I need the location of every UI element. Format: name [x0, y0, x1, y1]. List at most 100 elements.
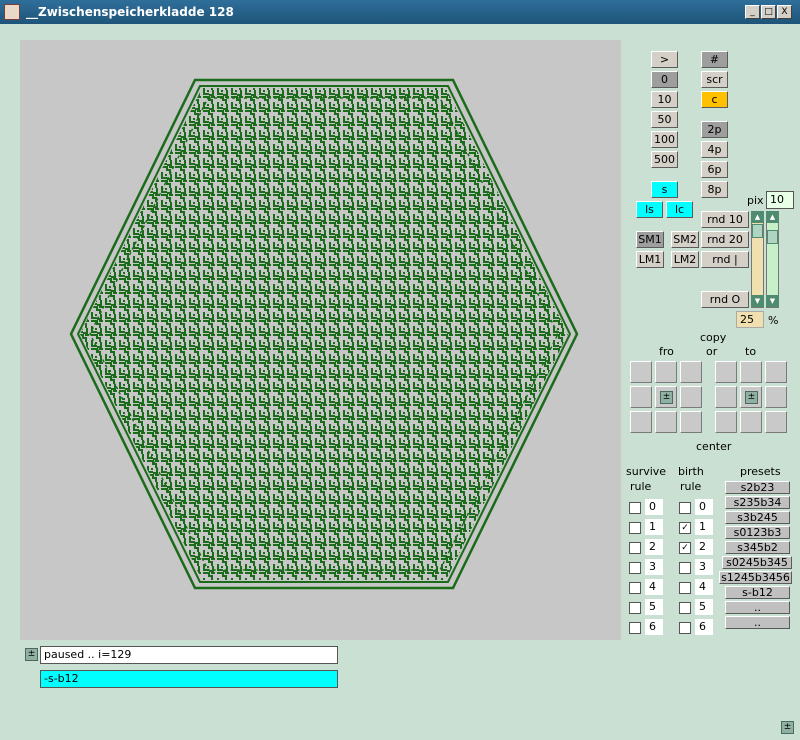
ls-button[interactable]: ls [636, 201, 663, 218]
run-button[interactable]: > [651, 51, 678, 68]
from-cell[interactable]: ± [655, 386, 677, 408]
sm1-button[interactable]: SM1 [636, 231, 664, 248]
birth-value-2: 2 [695, 539, 713, 555]
birth-checkbox-6[interactable] [679, 622, 691, 634]
lc-button[interactable]: lc [666, 201, 693, 218]
to-cell[interactable] [765, 386, 787, 408]
from-cell[interactable] [680, 361, 702, 383]
from-cell[interactable] [680, 411, 702, 433]
scroll-down-icon[interactable]: ▼ [766, 295, 779, 307]
preset-button[interactable]: s3b245 [725, 511, 790, 524]
speed-50-button[interactable]: 50 [651, 111, 678, 128]
survive-value-6: 6 [645, 619, 663, 635]
survive-title: survive [626, 465, 667, 478]
from-cell[interactable] [680, 386, 702, 408]
birth-checkbox-4[interactable] [679, 582, 691, 594]
pix-field[interactable]: 10 [766, 191, 794, 209]
sm2-button[interactable]: SM2 [671, 231, 699, 248]
lm2-button[interactable]: LM2 [671, 251, 699, 268]
rule-field[interactable]: -s-b12 [40, 670, 338, 688]
from-cell[interactable] [630, 361, 652, 383]
lm1-button[interactable]: LM1 [636, 251, 664, 268]
pass-8p-button[interactable]: 8p [701, 181, 728, 198]
speed-10-button[interactable]: 10 [651, 91, 678, 108]
pass-6p-button[interactable]: 6p [701, 161, 728, 178]
s-button[interactable]: s [651, 181, 678, 198]
scroll-thumb[interactable] [767, 230, 778, 244]
status-toggle-icon[interactable]: ± [25, 648, 38, 661]
survive-checkbox-6[interactable] [629, 622, 641, 634]
preset-button[interactable]: s1245b3456 [719, 571, 792, 584]
survive-value-0: 0 [645, 499, 663, 515]
survive-checkbox-0[interactable] [629, 502, 641, 514]
preset-button[interactable]: s0123b3 [725, 526, 790, 539]
survive-checkbox-2[interactable] [629, 542, 641, 554]
survive-checkbox-3[interactable] [629, 562, 641, 574]
survive-value-3: 3 [645, 559, 663, 575]
density-scrollbar[interactable]: ▲ ▼ [751, 211, 764, 308]
survive-checkbox-4[interactable] [629, 582, 641, 594]
speed-500-button[interactable]: 500 [651, 151, 678, 168]
to-cell[interactable] [765, 411, 787, 433]
minimize-button[interactable]: _ [745, 5, 760, 19]
preset-button[interactable]: .. [725, 616, 790, 629]
scroll-down-icon[interactable]: ▼ [751, 295, 764, 307]
to-cell[interactable] [740, 361, 762, 383]
scr-button[interactable]: scr [701, 71, 728, 88]
to-cell[interactable] [765, 361, 787, 383]
pass-2p-button[interactable]: 2p [701, 121, 728, 138]
preset-button[interactable]: s235b34 [725, 496, 790, 509]
rnd-20-button[interactable]: rnd 20 [701, 231, 749, 248]
rnd-10-button[interactable]: rnd 10 [701, 211, 749, 228]
birth-value-6: 6 [695, 619, 713, 635]
from-cell[interactable] [630, 386, 652, 408]
birth-checkbox-0[interactable] [679, 502, 691, 514]
color-button[interactable]: c [701, 91, 728, 108]
preset-button[interactable]: s345b2 [725, 541, 790, 554]
automaton-canvas[interactable] [20, 40, 621, 640]
center-plusminus-icon[interactable]: ± [745, 391, 758, 404]
corner-toggle-icon[interactable]: ± [781, 721, 794, 734]
presets-title: presets [740, 465, 781, 478]
birth-checkbox-2[interactable]: ✓ [679, 542, 691, 554]
from-cell[interactable] [655, 411, 677, 433]
speed-0-button[interactable]: 0 [651, 71, 678, 88]
pix-label: pix [747, 194, 764, 207]
survive-value-1: 1 [645, 519, 663, 535]
scroll-thumb[interactable] [752, 224, 763, 238]
scroll-up-icon[interactable]: ▲ [766, 211, 779, 223]
from-cell[interactable] [655, 361, 677, 383]
to-cell[interactable] [715, 411, 737, 433]
status-field: paused .. i=129 [40, 646, 338, 664]
speed-100-button[interactable]: 100 [651, 131, 678, 148]
grid-button[interactable]: # [701, 51, 728, 68]
to-cell[interactable] [715, 361, 737, 383]
preset-button[interactable]: .. [725, 601, 790, 614]
rnd-circle-button[interactable]: rnd O [701, 291, 749, 308]
birth-value-0: 0 [695, 499, 713, 515]
percent-field[interactable]: 25 [736, 311, 764, 328]
size-scrollbar[interactable]: ▲ ▼ [766, 211, 779, 308]
close-button[interactable]: X [777, 5, 792, 19]
preset-button[interactable]: s-b12 [725, 586, 790, 599]
preset-button[interactable]: s0245b345 [722, 556, 792, 569]
rnd-line-button[interactable]: rnd | [701, 251, 749, 268]
maximize-button[interactable]: □ [761, 5, 776, 19]
preset-button[interactable]: s2b23 [725, 481, 790, 494]
center-plusminus-icon[interactable]: ± [660, 391, 673, 404]
to-cell[interactable] [740, 411, 762, 433]
from-cell[interactable] [630, 411, 652, 433]
to-cell[interactable] [715, 386, 737, 408]
app-icon[interactable] [4, 4, 20, 20]
center-label: center [696, 440, 732, 453]
hexagon-pattern [69, 78, 579, 590]
from-grid: ± [630, 361, 708, 433]
birth-checkbox-3[interactable] [679, 562, 691, 574]
scroll-up-icon[interactable]: ▲ [751, 211, 764, 223]
birth-checkbox-1[interactable]: ✓ [679, 522, 691, 534]
survive-checkbox-1[interactable] [629, 522, 641, 534]
to-cell[interactable]: ± [740, 386, 762, 408]
birth-checkbox-5[interactable] [679, 602, 691, 614]
survive-checkbox-5[interactable] [629, 602, 641, 614]
pass-4p-button[interactable]: 4p [701, 141, 728, 158]
